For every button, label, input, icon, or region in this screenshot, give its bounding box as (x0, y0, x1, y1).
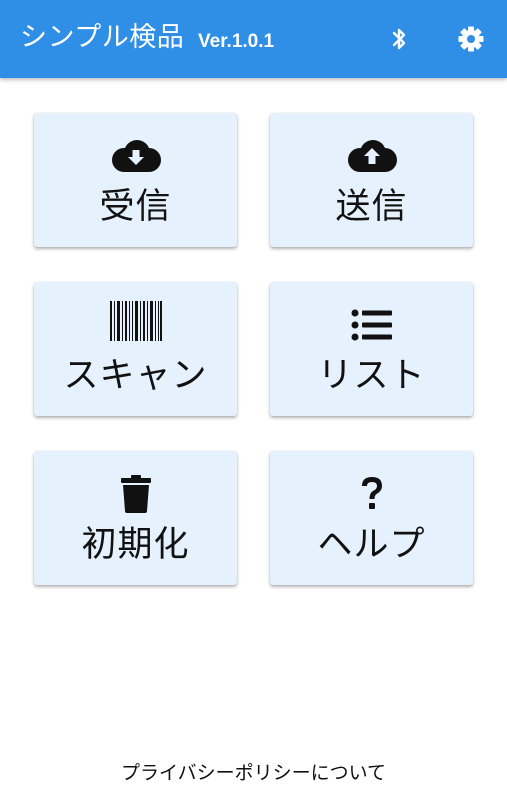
app-screen: シンプル検品 Ver.1.0.1 受信 送信 スキャン リスト 初期化 ヘルプ … (0, 0, 507, 800)
barcode-icon (109, 301, 162, 341)
send-label: 送信 (335, 187, 408, 227)
cloud-download-icon (111, 140, 161, 172)
question-mark-icon (361, 477, 382, 509)
help-button[interactable]: ヘルプ (270, 451, 473, 585)
app-title: シンプル検品 (20, 22, 185, 53)
cloud-upload-icon (347, 140, 397, 172)
bluetooth-button[interactable] (384, 23, 414, 55)
trash-icon (120, 475, 151, 513)
reset-button[interactable]: 初期化 (34, 451, 237, 585)
scan-label: スキャン (63, 356, 208, 396)
list-icon (351, 309, 392, 341)
settings-button[interactable] (455, 23, 487, 55)
receive-button[interactable]: 受信 (34, 113, 237, 247)
scan-button[interactable]: スキャン (34, 282, 237, 416)
list-button[interactable]: リスト (270, 282, 473, 416)
privacy-policy-link[interactable]: プライバシーポリシーについて (0, 758, 507, 788)
send-button[interactable]: 送信 (270, 113, 473, 247)
gear-icon (458, 26, 484, 52)
app-version: Ver.1.0.1 (198, 31, 275, 52)
list-label: リスト (317, 356, 426, 396)
app-bar: シンプル検品 Ver.1.0.1 (0, 0, 507, 78)
help-label: ヘルプ (317, 525, 426, 565)
reset-label: 初期化 (81, 525, 190, 565)
receive-label: 受信 (99, 187, 172, 227)
bluetooth-icon (392, 28, 406, 50)
